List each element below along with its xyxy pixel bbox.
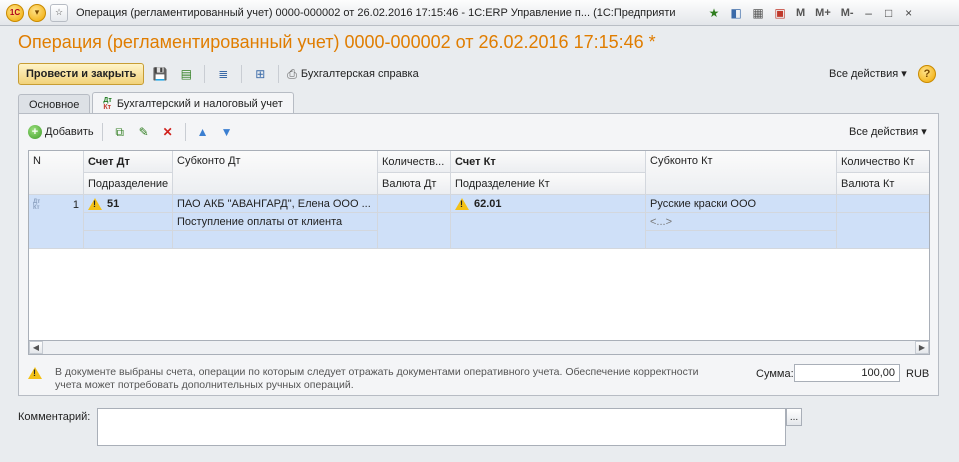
accounting-report-label: Бухгалтерская справка bbox=[300, 68, 419, 80]
column-header-subconto-dt[interactable]: Субконто Дт bbox=[173, 151, 378, 195]
memory-plus-button[interactable]: M+ bbox=[812, 7, 834, 19]
window-title: Операция (регламентированный учет) 0000-… bbox=[76, 6, 676, 19]
window-title-bar: 1С ▾ ☆ Операция (регламентированный учет… bbox=[0, 0, 959, 26]
main-menu-icon[interactable]: ▾ bbox=[28, 3, 46, 22]
account-warning: В документе выбраны счета, операции по к… bbox=[28, 366, 728, 392]
accounting-report-button[interactable]: ⎙ Бухгалтерская справка bbox=[287, 67, 418, 82]
table-row-number-cell[interactable]: Дт Кт 1 bbox=[29, 195, 84, 249]
structure-icon[interactable]: ⊞ bbox=[250, 64, 270, 84]
table-row-subconto-kt-1[interactable]: Русские краски ООО bbox=[646, 195, 837, 213]
table-all-actions-menu[interactable]: Все действия ▾ bbox=[849, 125, 927, 138]
minimize-button[interactable]: – bbox=[861, 6, 877, 20]
print-icon: ⎙ bbox=[287, 66, 297, 81]
all-actions-menu[interactable]: Все действия ▾ bbox=[829, 67, 907, 80]
move-up-icon[interactable]: ▲ bbox=[194, 123, 212, 141]
calendar-icon[interactable]: ▣ bbox=[771, 4, 789, 22]
table-row-subconto-dt-1[interactable]: ПАО АКБ "АВАНГАРД", Елена ООО ... bbox=[173, 195, 378, 213]
column-header-account-dt[interactable]: Счет Дт bbox=[84, 151, 173, 173]
add-row-label: Добавить bbox=[45, 126, 94, 138]
table-row-account-dt[interactable]: 51 bbox=[84, 195, 173, 213]
debit-credit-icon: Дт Кт bbox=[103, 96, 112, 111]
entries-table[interactable]: N Счет Дт Субконто Дт Количеств... Счет … bbox=[28, 150, 930, 355]
plus-icon: + bbox=[28, 125, 42, 139]
column-header-qty-kt[interactable]: Количество Кт bbox=[837, 151, 929, 173]
toolbar-divider bbox=[184, 123, 186, 141]
table-row-currency-kt[interactable] bbox=[837, 213, 929, 249]
table-toolbar: + Добавить ⧉ ✎ ✕ ▲ ▼ bbox=[28, 122, 236, 142]
toolbar-divider bbox=[278, 65, 280, 83]
calculator-icon[interactable]: ▦ bbox=[749, 4, 767, 22]
table-row-currency-dt[interactable] bbox=[378, 213, 451, 249]
table-row-account-kt[interactable]: 62.01 bbox=[451, 195, 646, 213]
add-row-button[interactable]: + Добавить bbox=[28, 125, 94, 139]
warning-icon bbox=[88, 197, 102, 210]
sum-label: Сумма: bbox=[756, 368, 794, 380]
save-icon[interactable]: 💾 bbox=[150, 64, 170, 84]
maximize-button[interactable]: □ bbox=[881, 6, 897, 20]
debit-credit-row-icon: Дт Кт bbox=[33, 199, 41, 211]
tab-accounting[interactable]: Дт Кт Бухгалтерский и налоговый учет bbox=[92, 92, 294, 114]
column-header-account-kt[interactable]: Счет Кт bbox=[451, 151, 646, 173]
sum-field[interactable]: 100,00 bbox=[794, 364, 900, 382]
memory-m-button[interactable]: M bbox=[793, 7, 808, 19]
toolbar-divider bbox=[241, 65, 243, 83]
account-warning-text: В документе выбраны счета, операции по к… bbox=[55, 366, 699, 391]
comment-field[interactable] bbox=[97, 408, 786, 446]
app-logo-icon[interactable]: 1С bbox=[6, 3, 24, 22]
delete-icon[interactable]: ✕ bbox=[159, 123, 177, 141]
table-row-subconto-kt-2[interactable]: <...> bbox=[646, 213, 837, 231]
move-down-icon[interactable]: ▼ bbox=[218, 123, 236, 141]
column-header-division-dt[interactable]: Подразделение bbox=[84, 173, 173, 195]
edit-pencil-icon[interactable]: ✎ bbox=[135, 123, 153, 141]
toolbar-divider bbox=[101, 123, 103, 141]
history-icon[interactable]: ◧ bbox=[727, 4, 745, 22]
tab-main[interactable]: Основное bbox=[18, 94, 91, 114]
table-row-qty-kt[interactable] bbox=[837, 195, 929, 213]
scroll-right-icon[interactable]: ▶ bbox=[915, 341, 929, 354]
comment-label: Комментарий: bbox=[18, 411, 91, 423]
column-header-n[interactable]: N bbox=[29, 151, 84, 195]
row-number: 1 bbox=[72, 199, 79, 211]
post-and-close-button[interactable]: Провести и закрыть bbox=[18, 63, 145, 85]
post-document-icon[interactable]: ▤ bbox=[176, 64, 196, 84]
page-title: Операция (регламентированный учет) 0000-… bbox=[18, 32, 656, 52]
scroll-left-icon[interactable]: ◀ bbox=[29, 341, 43, 354]
comment-open-button[interactable]: ... bbox=[786, 408, 802, 426]
table-row-subconto-dt-3[interactable] bbox=[173, 231, 378, 249]
warning-icon bbox=[28, 367, 42, 379]
copy-row-icon[interactable]: ⧉ bbox=[111, 123, 129, 141]
memory-minus-button[interactable]: M- bbox=[838, 7, 857, 19]
table-row-division-dt[interactable] bbox=[84, 213, 173, 231]
tab-main-label: Основное bbox=[29, 98, 80, 111]
horizontal-scrollbar[interactable]: ◀ ▶ bbox=[28, 340, 930, 355]
document-list-icon[interactable]: ≣ bbox=[213, 64, 233, 84]
currency-label: RUB bbox=[906, 368, 930, 380]
help-icon[interactable]: ? bbox=[918, 65, 936, 83]
column-header-division-kt[interactable]: Подразделение Кт bbox=[451, 173, 646, 195]
column-header-currency-kt[interactable]: Валюта Кт bbox=[837, 173, 929, 195]
star-icon[interactable]: ☆ bbox=[50, 3, 68, 22]
warning-icon bbox=[455, 197, 469, 210]
table-row-division-kt[interactable] bbox=[451, 213, 646, 249]
column-header-qty-dt[interactable]: Количеств... bbox=[378, 151, 451, 173]
tab-strip: Основное Дт Кт Бухгалтерский и налоговый… bbox=[18, 92, 296, 114]
table-row-subconto-dt-2[interactable]: Поступление оплаты от клиента bbox=[173, 213, 378, 231]
table-row-qty-dt[interactable] bbox=[378, 195, 451, 213]
tab-accounting-label: Бухгалтерский и налоговый учет bbox=[116, 97, 283, 110]
close-button[interactable]: × bbox=[901, 6, 917, 20]
table-row-subconto-kt-3[interactable] bbox=[646, 231, 837, 249]
table-row-empty-cell[interactable] bbox=[84, 231, 173, 249]
main-toolbar: Провести и закрыть 💾 ▤ ≣ ⊞ ⎙ Бухгалтерск… bbox=[18, 62, 419, 86]
toolbar-divider bbox=[204, 65, 206, 83]
favorites-icon[interactable]: ★ bbox=[705, 4, 723, 22]
column-header-currency-dt[interactable]: Валюта Дт bbox=[378, 173, 451, 195]
column-header-subconto-kt[interactable]: Субконто Кт bbox=[646, 151, 837, 195]
